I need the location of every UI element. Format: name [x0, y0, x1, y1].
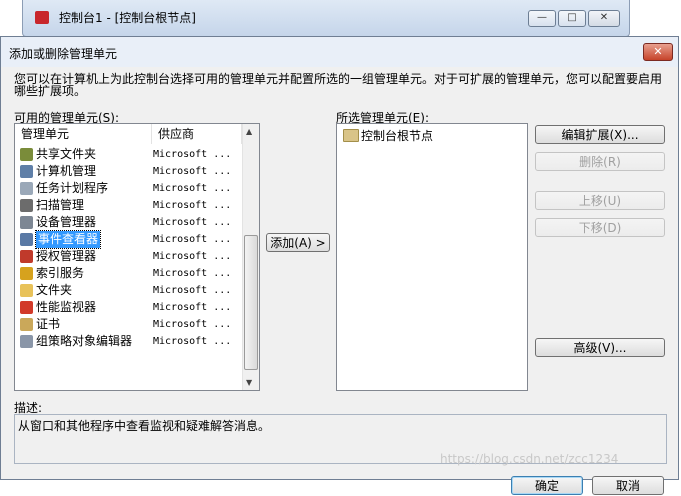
- snapin-row[interactable]: 授权管理器 Microsoft ...: [15, 248, 241, 265]
- snapin-vendor: Microsoft ...: [153, 319, 232, 330]
- snapin-row[interactable]: 证书 Microsoft ...: [15, 316, 241, 333]
- group-policy-icon: [20, 335, 33, 348]
- watermark: https://blog.csdn.net/zcc1234: [440, 452, 619, 466]
- snapin-vendor: Microsoft ...: [153, 149, 232, 160]
- cancel-button[interactable]: 取消: [592, 476, 664, 495]
- advanced-button[interactable]: 高级(V)...: [535, 338, 665, 357]
- folder-icon: [20, 284, 33, 297]
- scroll-down-icon[interactable]: ▼: [246, 378, 252, 387]
- certificate-icon: [20, 318, 33, 331]
- snapin-row[interactable]: 扫描管理 Microsoft ...: [15, 197, 241, 214]
- mmc-console-icon: [35, 11, 49, 24]
- snapin-vendor: Microsoft ...: [153, 251, 232, 262]
- snapin-vendor: Microsoft ...: [153, 200, 232, 211]
- scroll-up-icon[interactable]: ▲: [246, 127, 252, 136]
- snapin-vendor: Microsoft ...: [153, 166, 232, 177]
- dialog-body: 您可以在计算机上为此控制台选择可用的管理单元并配置所选的一组管理单元。对于可扩展…: [2, 67, 677, 495]
- snapin-vendor: Microsoft ...: [153, 336, 232, 347]
- event-viewer-icon: [20, 233, 33, 246]
- snapin-row[interactable]: 共享文件夹 Microsoft ...: [15, 146, 241, 163]
- close-button[interactable]: ✕: [588, 10, 620, 27]
- add-button[interactable]: 添加(A) >: [266, 233, 330, 252]
- close-icon: ✕: [653, 45, 663, 58]
- snapin-vendor: Microsoft ...: [153, 302, 232, 313]
- snapin-name: 授权管理器: [36, 249, 97, 263]
- edit-extensions-button[interactable]: 编辑扩展(X)...: [535, 125, 665, 144]
- snapin-name: 性能监视器: [36, 300, 97, 314]
- description-text: 从窗口和其他程序中查看监视和疑难解答消息。: [18, 419, 271, 433]
- column-header-vendor[interactable]: 供应商: [152, 124, 242, 144]
- snapin-name: 组策略对象编辑器: [36, 334, 133, 348]
- add-remove-snapin-dialog: 添加或删除管理单元 ✕ 您可以在计算机上为此控制台选择可用的管理单元并配置所选的…: [0, 36, 679, 495]
- scrollbar-thumb[interactable]: [244, 235, 258, 370]
- snapin-name: 计算机管理: [36, 164, 97, 178]
- shared-folder-icon: [20, 148, 33, 161]
- snapin-vendor: Microsoft ...: [153, 183, 232, 194]
- snapin-vendor: Microsoft ...: [153, 285, 232, 296]
- background-window-title: 控制台1 - [控制台根节点]: [59, 11, 196, 25]
- snapin-row[interactable]: 性能监视器 Microsoft ...: [15, 299, 241, 316]
- snapin-name: 证书: [36, 317, 61, 331]
- snapin-row[interactable]: 文件夹 Microsoft ...: [15, 282, 241, 299]
- selected-snapins-list[interactable]: 控制台根节点: [336, 123, 528, 391]
- snapin-row[interactable]: 计算机管理 Microsoft ...: [15, 163, 241, 180]
- snapin-row[interactable]: 事件查看器 Microsoft ...: [15, 230, 241, 249]
- snapin-name: 设备管理器: [36, 215, 97, 229]
- maximize-button[interactable]: □: [558, 10, 586, 27]
- authorization-icon: [20, 250, 33, 263]
- snapin-vendor: Microsoft ...: [153, 217, 232, 228]
- folder-icon: [343, 129, 359, 142]
- background-window: 控制台1 - [控制台根节点] — □ ✕: [22, 0, 630, 37]
- indexing-icon: [20, 267, 33, 280]
- clock-icon: [20, 182, 33, 195]
- remove-button[interactable]: 删除(R): [535, 152, 665, 171]
- intro-text: 您可以在计算机上为此控制台选择可用的管理单元并配置所选的一组管理单元。对于可扩展…: [14, 72, 663, 98]
- snapin-row[interactable]: 组策略对象编辑器 Microsoft ...: [15, 333, 241, 350]
- snapin-name: 扫描管理: [36, 198, 85, 212]
- dialog-close-button[interactable]: ✕: [643, 43, 673, 61]
- snapin-rows: 共享文件夹 Microsoft ... 计算机管理 Microsoft ... 任务计划…: [15, 146, 241, 390]
- ok-button[interactable]: 确定: [511, 476, 583, 495]
- snapin-name: 任务计划程序: [36, 181, 109, 195]
- snapin-name: 共享文件夹: [36, 147, 97, 161]
- tree-item-label: 控制台根节点: [361, 129, 434, 143]
- device-manager-icon: [20, 216, 33, 229]
- snapin-name: 索引服务: [36, 266, 85, 280]
- snapin-vendor: Microsoft ...: [153, 268, 232, 279]
- move-down-button[interactable]: 下移(D): [535, 218, 665, 237]
- move-up-button[interactable]: 上移(U): [535, 191, 665, 210]
- dialog-title: 添加或删除管理单元: [9, 47, 118, 61]
- snapin-name: 文件夹: [36, 283, 73, 297]
- snapin-row[interactable]: 设备管理器 Microsoft ...: [15, 214, 241, 231]
- snapin-row[interactable]: 索引服务 Microsoft ...: [15, 265, 241, 282]
- available-snapins-list[interactable]: 管理单元 供应商 共享文件夹 Microsoft ... 计算机管理 Microsof…: [14, 123, 260, 391]
- list-scrollbar[interactable]: ▲ ▼: [242, 124, 259, 390]
- computer-management-icon: [20, 165, 33, 178]
- column-header-snapin[interactable]: 管理单元: [15, 124, 152, 144]
- minimize-button[interactable]: —: [528, 10, 556, 27]
- performance-icon: [20, 301, 33, 314]
- snapin-name: 事件查看器: [34, 230, 102, 249]
- snapin-row[interactable]: 任务计划程序 Microsoft ...: [15, 180, 241, 197]
- snapin-vendor: Microsoft ...: [153, 234, 232, 245]
- scanner-icon: [20, 199, 33, 212]
